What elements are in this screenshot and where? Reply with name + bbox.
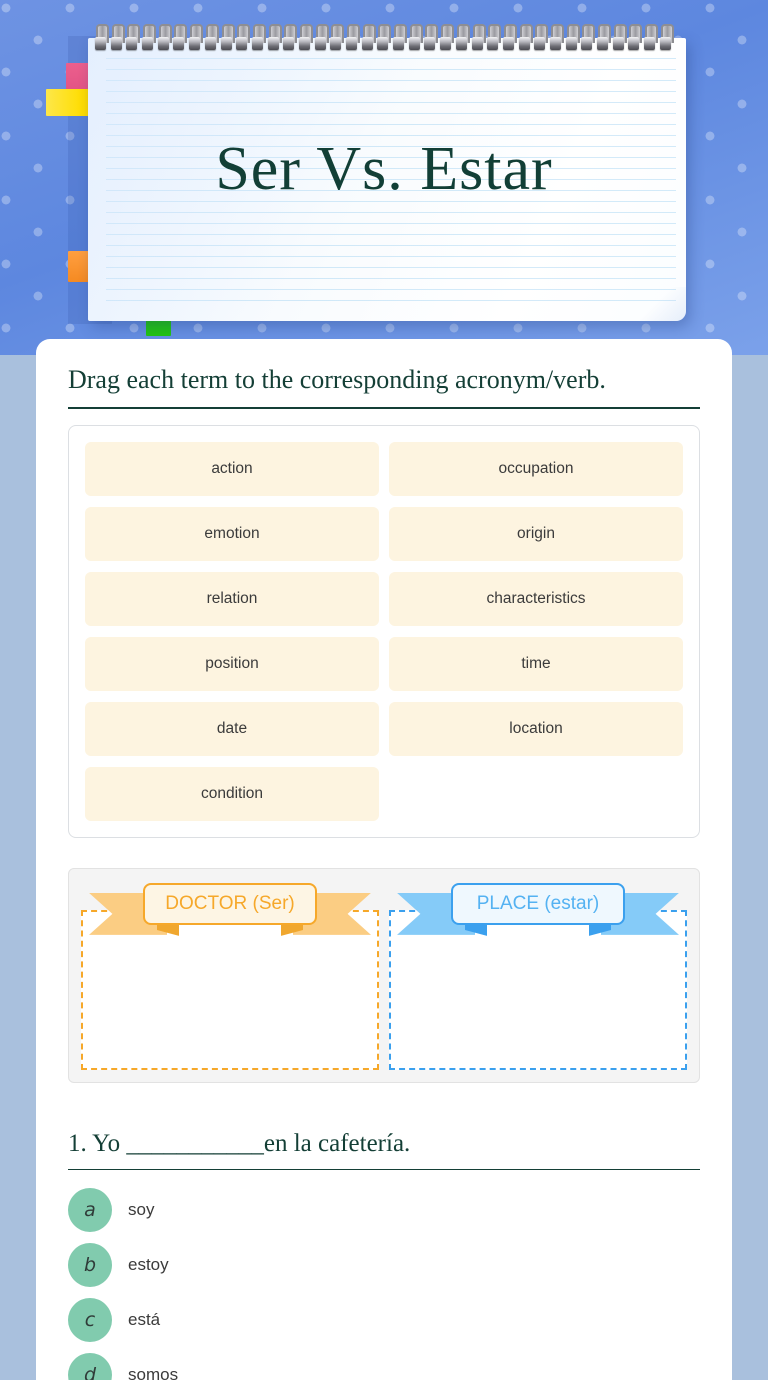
option-letter-badge: d — [68, 1353, 112, 1380]
answer-option-d[interactable]: d somos — [68, 1353, 700, 1380]
spiral-ring-icon — [471, 24, 486, 54]
spiral-ring-icon — [565, 24, 580, 54]
spiral-ring-icon — [597, 24, 611, 54]
spiral-ring-icon — [189, 24, 204, 54]
draggable-term-tile[interactable]: condition — [85, 766, 379, 821]
answer-option-c[interactable]: c está — [68, 1298, 700, 1343]
spiral-ring-icon — [455, 24, 470, 54]
spiral-ring-icon — [502, 24, 517, 54]
option-label: estoy — [128, 1255, 169, 1275]
draggable-term-tile[interactable]: date — [85, 701, 379, 756]
instruction-heading: Drag each term to the corresponding acro… — [68, 365, 606, 394]
spiral-ring-icon — [173, 24, 188, 54]
dropzone-drop-area[interactable] — [389, 909, 687, 1070]
spiral-ring-icon — [126, 24, 141, 54]
spiral-ring-icon — [534, 24, 549, 54]
spiral-ring-icon — [518, 24, 533, 54]
dropzone-place-estar[interactable]: PLACE (estar) — [389, 882, 687, 1070]
answer-option-b[interactable]: b estoy — [68, 1243, 700, 1288]
notebook-corner-fold — [640, 287, 686, 321]
draggable-term-tile[interactable]: location — [389, 701, 683, 756]
spiral-ring-icon — [204, 24, 219, 54]
spiral-ring-icon — [236, 24, 251, 54]
option-label: está — [128, 1310, 161, 1330]
spiral-ring-icon — [581, 24, 596, 54]
spiral-ring-icon — [110, 24, 125, 54]
option-letter-badge: a — [68, 1188, 112, 1233]
spiral-ring-icon — [659, 24, 674, 54]
option-label: somos — [128, 1365, 179, 1380]
question-divider — [68, 1168, 700, 1171]
draggable-term-tile[interactable]: action — [85, 441, 379, 496]
spiral-ring-icon — [549, 24, 564, 54]
dropzone-drop-area[interactable] — [81, 909, 379, 1070]
spiral-binding — [95, 24, 674, 54]
draggable-term-tile[interactable]: occupation — [389, 441, 683, 496]
question-block: 1. Yo ___________en la cafetería. a soy b e… — [68, 1129, 700, 1380]
option-letter-badge: c — [68, 1298, 112, 1343]
spiral-ring-icon — [644, 24, 659, 54]
heading-divider — [68, 406, 700, 409]
green-sticky-note — [146, 320, 171, 336]
draggable-term-tile[interactable]: origin — [389, 506, 683, 561]
terms-grid: action occupation emotion origin relation cha… — [85, 441, 683, 821]
spiral-ring-icon — [220, 24, 235, 54]
terms-pool-panel: action occupation emotion origin relation cha… — [68, 424, 700, 838]
spiral-ring-icon — [377, 24, 392, 54]
spiral-ring-icon — [440, 24, 455, 54]
spiral-ring-icon — [157, 24, 172, 54]
answer-option-a[interactable]: a soy — [68, 1188, 700, 1233]
spiral-ring-icon — [330, 24, 345, 54]
draggable-term-tile[interactable]: characteristics — [389, 571, 683, 626]
worksheet-sheet: Drag each term to the corresponding acro… — [36, 339, 732, 1380]
hero-banner: Ser Vs. Estar — [0, 0, 768, 355]
spiral-ring-icon — [298, 24, 313, 54]
spiral-ring-icon — [361, 24, 376, 54]
dropzones-panel: DOCTOR (Ser) PLACE (estar) — [68, 867, 700, 1083]
question-text: 1. Yo ___________en la cafetería. — [68, 1129, 411, 1157]
spiral-ring-icon — [346, 24, 360, 54]
draggable-term-tile[interactable]: relation — [85, 571, 379, 626]
draggable-term-tile[interactable]: emotion — [85, 506, 379, 561]
spiral-ring-icon — [424, 24, 439, 54]
spiral-ring-icon — [393, 24, 408, 54]
spiral-ring-icon — [283, 24, 298, 54]
draggable-term-tile[interactable]: time — [389, 636, 683, 691]
spiral-ring-icon — [628, 24, 643, 54]
page-title: Ser Vs. Estar — [215, 135, 553, 203]
spiral-ring-icon — [251, 24, 266, 54]
dropzone-doctor-ser[interactable]: DOCTOR (Ser) — [81, 882, 379, 1070]
spiral-ring-icon — [95, 24, 109, 54]
spiral-ring-icon — [612, 24, 627, 54]
option-letter-badge: b — [68, 1243, 112, 1288]
spiral-ring-icon — [142, 24, 157, 54]
option-label: soy — [128, 1200, 155, 1220]
spiral-ring-icon — [487, 24, 502, 54]
answer-options-list: a soy b estoy c está d somos — [68, 1188, 700, 1380]
spiral-ring-icon — [408, 24, 423, 54]
draggable-term-tile[interactable]: position — [85, 636, 379, 691]
spiral-ring-icon — [267, 24, 282, 54]
spiral-ring-icon — [314, 24, 329, 54]
